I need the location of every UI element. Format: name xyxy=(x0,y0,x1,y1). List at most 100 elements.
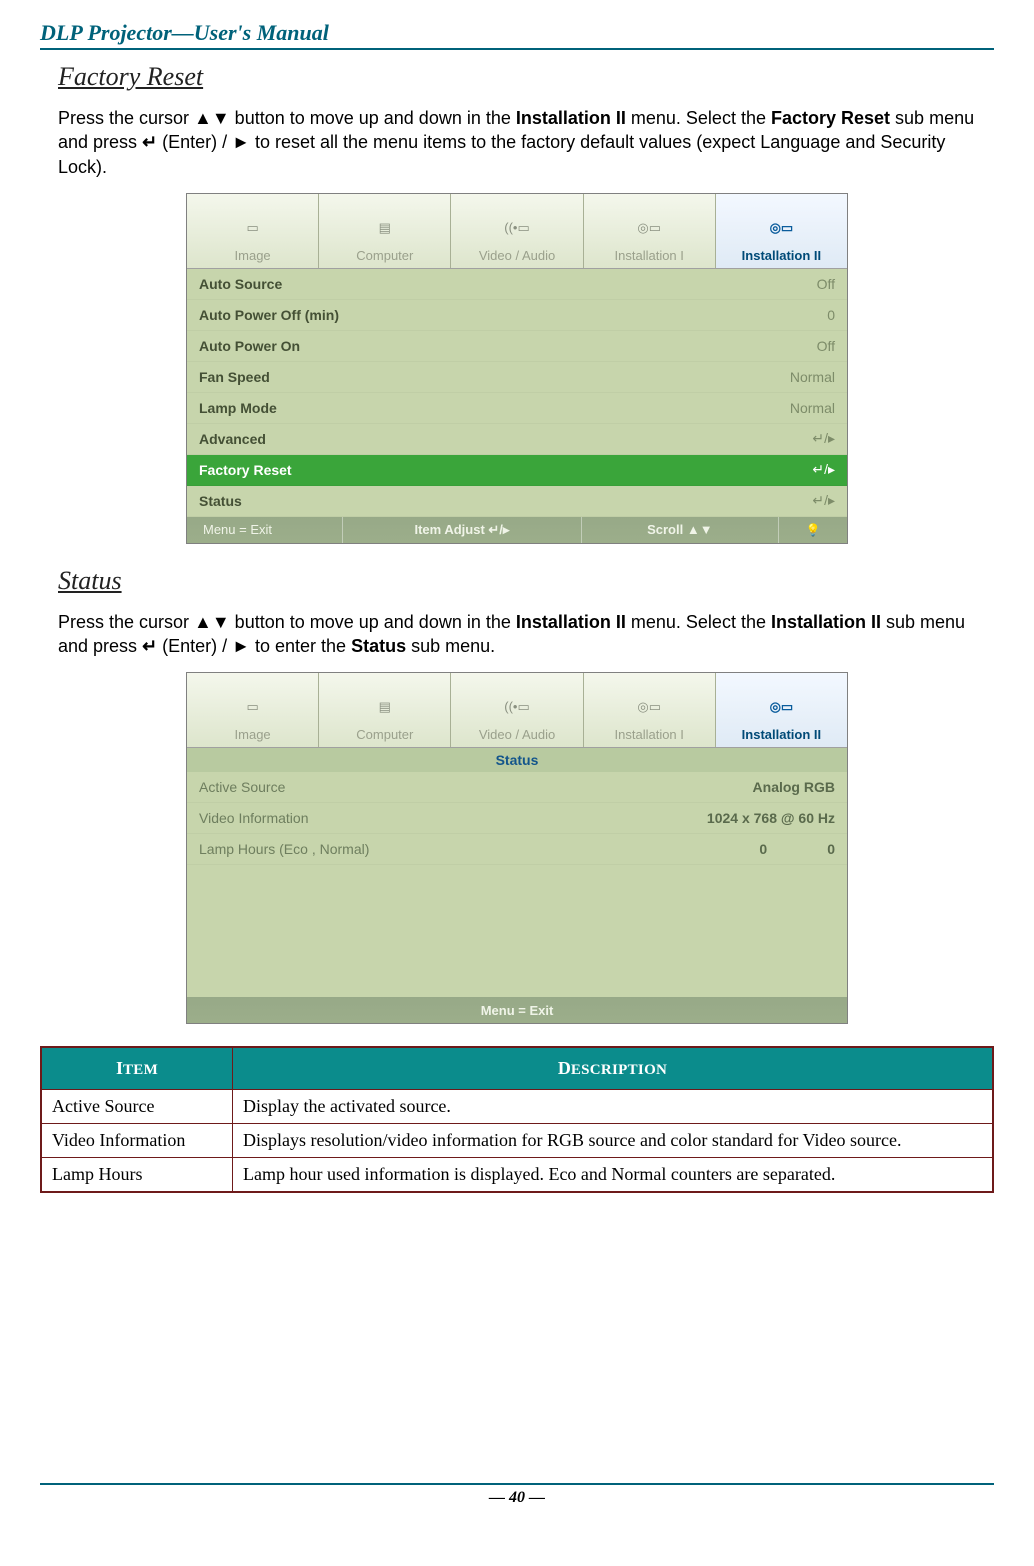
tab-computer[interactable]: ▤ Computer xyxy=(319,673,451,747)
row-lamp-hours: Lamp Hours (Eco , Normal)00 xyxy=(187,834,847,865)
projector-icon: ◎▭ xyxy=(632,214,666,242)
tab-label: Computer xyxy=(356,727,413,742)
bold-status: Status xyxy=(351,636,406,656)
th-rest: ESCRIPTION xyxy=(571,1062,667,1078)
row-factory-reset[interactable]: Factory Reset↵/▸ xyxy=(187,455,847,486)
tab-label: Installation II xyxy=(742,248,821,263)
footer-menu-exit: Menu = Exit xyxy=(465,997,570,1023)
tab-label: Installation II xyxy=(742,727,821,742)
lamp-icon: 💡 xyxy=(779,517,847,543)
table-row: Video Information Displays resolution/vi… xyxy=(41,1124,993,1158)
th-rest: TEM xyxy=(123,1062,158,1078)
cell-item: Lamp Hours xyxy=(41,1158,233,1193)
bold-factory-reset: Factory Reset xyxy=(771,108,890,128)
th-cap: I xyxy=(116,1058,123,1078)
doc-header: DLP Projector—User's Manual xyxy=(40,20,994,50)
text: menu. Select the xyxy=(626,108,771,128)
enter-arrow-icon: ↵/▸ xyxy=(812,492,835,509)
row-auto-power-on[interactable]: Auto Power OnOff xyxy=(187,331,847,362)
monitor-icon: ▭ xyxy=(236,214,270,242)
cell-item: Video Information xyxy=(41,1124,233,1158)
osd-tabs: ▭ Image ▤ Computer ((•▭Video / Audio ◎▭ Ins… xyxy=(187,673,847,748)
row-auto-power-off[interactable]: Auto Power Off (min)0 xyxy=(187,300,847,331)
status-paragraph: Press the cursor ▲▼ button to move up an… xyxy=(58,610,994,659)
section-title-factory-reset: Factory Reset xyxy=(58,62,994,92)
tab-installation-i[interactable]: ◎▭Installation I xyxy=(584,194,716,268)
tab-installation-ii[interactable]: ◎▭ Installation II xyxy=(716,194,847,268)
text: Press the cursor ▲▼ button to move up an… xyxy=(58,108,516,128)
col-head-description: DESCRIPTION xyxy=(233,1047,994,1090)
tab-image[interactable]: ▭ Image xyxy=(187,673,319,747)
enter-arrow-icon: ↵/▸ xyxy=(812,461,835,478)
laptop-icon: ▤ xyxy=(368,214,402,242)
footer-scroll: Scroll ▲▼ xyxy=(582,517,779,543)
tab-installation-ii[interactable]: ◎▭ Installation II xyxy=(716,673,847,747)
row-label: Factory Reset xyxy=(199,462,812,478)
tab-label: Computer xyxy=(356,248,413,263)
enter-icon: ↵ xyxy=(142,636,157,656)
row-fan-speed[interactable]: Fan SpeedNormal xyxy=(187,362,847,393)
row-label: Status xyxy=(199,493,812,509)
projector2-icon: ◎▭ xyxy=(764,214,798,242)
row-value: 0 xyxy=(827,307,835,323)
tab-label: Image xyxy=(235,727,271,742)
osd-footer: Menu = Exit xyxy=(187,997,847,1023)
tab-video-audio[interactable]: ((•▭Video / Audio xyxy=(451,194,583,268)
tab-label: Image xyxy=(235,248,271,263)
cell-item: Active Source xyxy=(41,1090,233,1124)
osd-footer: Menu = Exit Item Adjust ↵/▸ Scroll ▲▼ 💡 xyxy=(187,517,847,543)
text: (Enter) / ► to reset all the menu items … xyxy=(58,132,945,176)
osd-menu-status: ▭ Image ▤ Computer ((•▭Video / Audio ◎▭ Ins… xyxy=(186,672,848,1024)
tab-computer[interactable]: ▤ Computer xyxy=(319,194,451,268)
laptop-icon: ▤ xyxy=(368,693,402,721)
table-row: Lamp Hours Lamp hour used information is… xyxy=(41,1158,993,1193)
row-lamp-mode[interactable]: Lamp ModeNormal xyxy=(187,393,847,424)
tab-image[interactable]: ▭ Image xyxy=(187,194,319,268)
row-auto-source[interactable]: Auto SourceOff xyxy=(187,269,847,300)
text: Press the cursor ▲▼ button to move up an… xyxy=(58,612,516,632)
factory-reset-paragraph: Press the cursor ▲▼ button to move up an… xyxy=(58,106,994,179)
bold-installation-ii: Installation II xyxy=(516,108,626,128)
bold-installation-ii: Installation II xyxy=(516,612,626,632)
bold-installation-ii-2: Installation II xyxy=(771,612,881,632)
row-advanced[interactable]: Advanced↵/▸ xyxy=(187,424,847,455)
col-head-item: ITEM xyxy=(41,1047,233,1090)
row-value: Normal xyxy=(790,369,835,385)
row-value-eco: 0 xyxy=(759,841,767,857)
row-label: Lamp Hours (Eco , Normal) xyxy=(199,841,759,857)
cell-desc: Displays resolution/video information fo… xyxy=(233,1124,994,1158)
page-number: — 40 — xyxy=(40,1483,994,1507)
osd-rows: Auto SourceOff Auto Power Off (min)0 Aut… xyxy=(187,269,847,517)
projector2-icon: ◎▭ xyxy=(764,693,798,721)
cell-desc: Display the activated source. xyxy=(233,1090,994,1124)
row-label: Active Source xyxy=(199,779,753,795)
status-description-table: ITEM DESCRIPTION Active Source Display t… xyxy=(40,1046,994,1193)
row-label: Lamp Mode xyxy=(199,400,790,416)
th-cap: D xyxy=(558,1058,571,1078)
monitor-icon: ▭ xyxy=(236,693,270,721)
enter-icon: ↵ xyxy=(142,132,157,152)
row-label: Video Information xyxy=(199,810,707,826)
row-value: Off xyxy=(817,276,835,292)
text: (Enter) / ► to enter the xyxy=(157,636,351,656)
tab-video-audio[interactable]: ((•▭Video / Audio xyxy=(451,673,583,747)
tab-installation-i[interactable]: ◎▭ Installation I xyxy=(584,673,716,747)
row-value: Off xyxy=(817,338,835,354)
row-active-source: Active SourceAnalog RGB xyxy=(187,772,847,803)
tab-label: Installation I xyxy=(615,727,684,742)
row-label: Auto Power On xyxy=(199,338,817,354)
row-label: Auto Source xyxy=(199,276,817,292)
row-value: Analog RGB xyxy=(753,779,835,795)
osd-tabs: ▭Image ▤Computer ((•▭Video / Audio ◎▭Ins… xyxy=(187,194,847,269)
text: menu. Select the xyxy=(626,612,771,632)
row-label: Advanced xyxy=(199,431,812,447)
row-value: Normal xyxy=(790,400,835,416)
osd-status-rows: Active SourceAnalog RGB Video Informatio… xyxy=(187,772,847,865)
osd-menu-factory-reset: ▭Image ▤Computer ((•▭Video / Audio ◎▭Ins… xyxy=(186,193,848,544)
footer-item-adjust: Item Adjust ↵/▸ xyxy=(343,517,581,543)
row-status[interactable]: Status↵/▸ xyxy=(187,486,847,517)
row-value: 1024 x 768 @ 60 Hz xyxy=(707,810,835,826)
table-row: Active Source Display the activated sour… xyxy=(41,1090,993,1124)
projector-icon: ◎▭ xyxy=(632,693,666,721)
speaker-icon: ((•▭ xyxy=(500,693,534,721)
